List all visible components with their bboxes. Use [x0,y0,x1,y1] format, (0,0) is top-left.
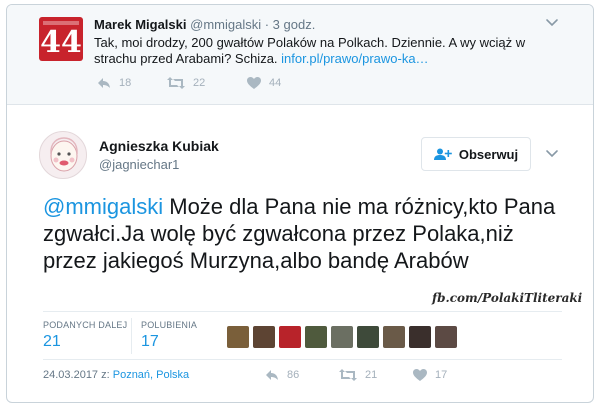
divider [43,311,562,312]
liker-avatar-4[interactable] [305,326,327,348]
likers-avatars [227,326,457,348]
parent-tweet[interactable]: 44 Marek Migalski @mmigalski · 3 godz. T… [7,5,593,105]
avatar-drawing [50,137,78,172]
liker-avatar-6[interactable] [357,326,379,348]
likes-stat[interactable]: POLUBIENIA 17 [141,320,197,351]
chevron-down-icon[interactable] [545,146,559,160]
liker-avatar-3[interactable] [279,326,301,348]
retweets-stat[interactable]: PODANYCH DALEJ 21 [43,320,127,351]
parent-timestamp[interactable]: 3 godz. [273,17,316,32]
divider [43,359,562,360]
watermark-text: fb.com/PolakiTliteraki [432,291,583,305]
reply-icon [266,370,278,380]
liker-avatar-9[interactable] [435,326,457,348]
author-handle[interactable]: @jagniechar1 [99,157,179,172]
liker-avatar-7[interactable] [383,326,405,348]
stat-separator [131,318,132,354]
parent-like-count: 44 [269,77,282,89]
tweet-location[interactable]: Poznań, Polska [113,369,189,381]
avatar-number: 44 [40,25,82,60]
tweet-mention[interactable]: @mmigalski [43,194,163,219]
parent-separator: · [261,17,273,32]
follow-button[interactable]: Obserwuj [421,137,531,171]
likes-stat-value: 17 [141,333,159,350]
liker-avatar-2[interactable] [253,326,275,348]
reply-icon [98,78,110,88]
heart-icon [247,77,261,89]
parent-author-name[interactable]: Marek Migalski [94,17,187,32]
retweet-icon [167,77,185,89]
liker-avatar-5[interactable] [331,326,353,348]
parent-retweet-action[interactable]: 22 [167,77,205,89]
author-name[interactable]: Agnieszka Kubiak [99,138,219,154]
retweet-count: 21 [365,369,378,381]
retweets-stat-value: 21 [43,333,61,350]
liker-avatar-1[interactable] [227,326,249,348]
retweet-action[interactable]: 21 [339,369,377,381]
heart-icon [413,369,427,381]
like-action[interactable]: 17 [413,369,447,381]
add-user-icon [433,148,452,160]
parent-author-handle[interactable]: @mmigalski [190,17,261,32]
author-avatar[interactable] [39,131,87,179]
tweet-text: @mmigalski Może dla Pana nie ma różnicy,… [43,193,563,274]
retweets-stat-label: PODANYCH DALEJ [43,320,128,330]
tweet-date: 24.03.2017 z: [43,369,113,381]
chevron-down-icon[interactable] [545,15,559,29]
tweet-card: 44 Marek Migalski @mmigalski · 3 godz. T… [6,4,594,403]
parent-retweet-count: 22 [193,77,206,89]
like-count: 17 [435,369,448,381]
parent-text-link[interactable]: infor.pl/prawo/prawo-ka… [281,51,428,66]
parent-tweet-text: Tak, moi drodzy, 200 gwałtów Polaków na … [94,35,534,67]
reply-count: 86 [287,369,300,381]
tweet-meta: 24.03.2017 z: Poznań, Polska [43,369,189,381]
parent-reply-count: 18 [119,77,132,89]
parent-like-action[interactable]: 44 [247,77,281,89]
likes-stat-label: POLUBIENIA [141,320,198,330]
retweet-icon [339,369,357,381]
parent-avatar[interactable]: 44 [39,17,83,61]
reply-action[interactable]: 86 [265,369,299,381]
parent-reply-action[interactable]: 18 [97,77,131,89]
follow-button-label: Obserwuj [458,146,519,162]
liker-avatar-8[interactable] [409,326,431,348]
parent-header: Marek Migalski @mmigalski · 3 godz. [94,17,315,32]
